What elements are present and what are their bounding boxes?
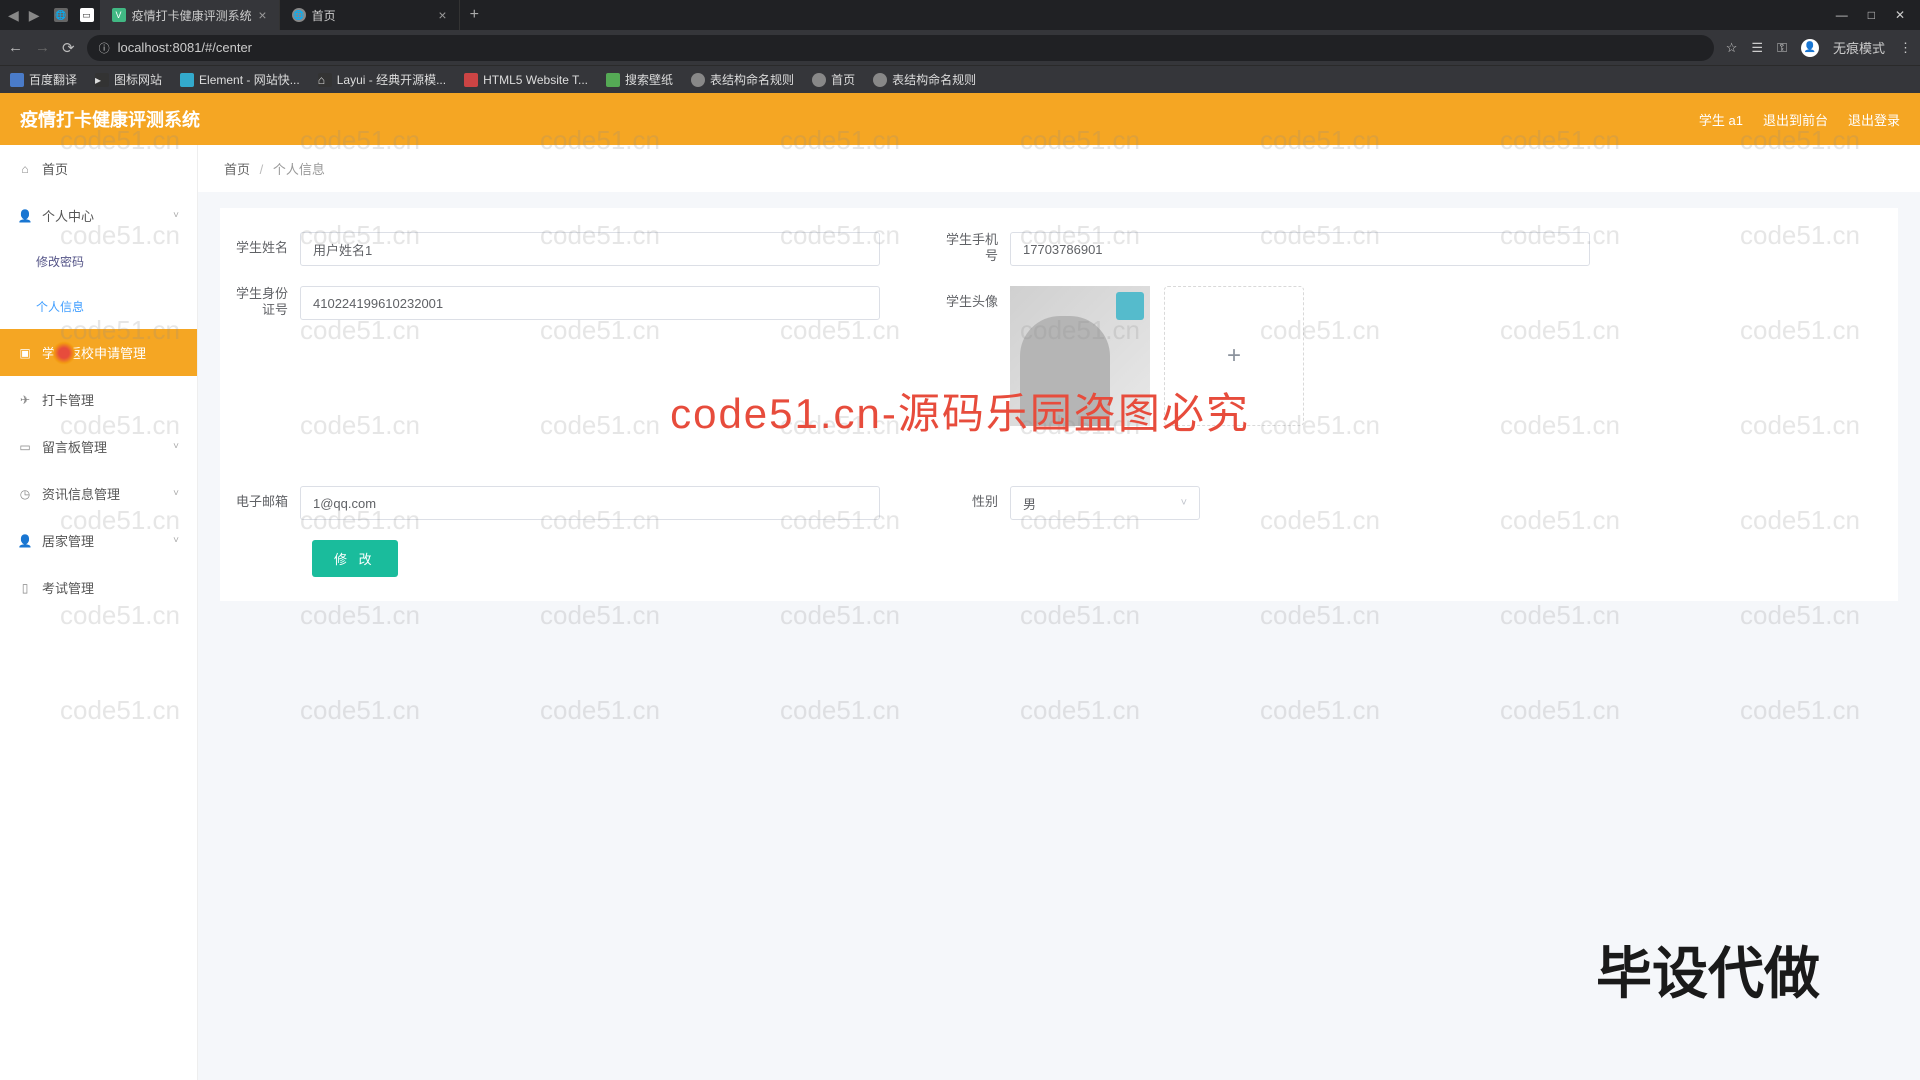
box-icon: ▣ xyxy=(18,346,32,360)
chevron-down-icon: ˅ xyxy=(1181,497,1187,509)
sidebar-item-messages[interactable]: ▭ 留言板管理 ˅ xyxy=(0,423,197,470)
history-back-small[interactable]: ◀ xyxy=(8,7,19,24)
chevron-down-icon: ˅ xyxy=(173,488,179,499)
chevron-down-icon: ˅ xyxy=(173,441,179,452)
back-to-front-link[interactable]: 退出到前台 xyxy=(1763,110,1828,129)
user-icon: 👤 xyxy=(18,534,32,548)
browser-tab-strip: ◀ ▶ 🌐 ▭ V 疫情打卡健康评测系统 × 🌐 首页 × + — □ ✕ xyxy=(0,0,1920,30)
app-header: 疫情打卡健康评测系统 学生 a1 退出到前台 退出登录 xyxy=(0,93,1920,145)
message-icon: ▭ xyxy=(18,440,32,454)
tab-icon: 🌐 xyxy=(54,8,68,22)
doc-icon: ▯ xyxy=(18,581,32,595)
user-label[interactable]: 学生 a1 xyxy=(1699,110,1743,129)
chevron-down-icon: ˅ xyxy=(173,210,179,221)
tab-icon: ▭ xyxy=(80,8,94,22)
sidebar-item-personal-info[interactable]: 个人信息 xyxy=(0,284,197,329)
maximize-icon[interactable]: □ xyxy=(1868,8,1875,22)
breadcrumb-sep: / xyxy=(260,162,264,177)
logout-link[interactable]: 退出登录 xyxy=(1848,110,1900,129)
tab-title: 疫情打卡健康评测系统 xyxy=(132,7,252,24)
bookmark-item[interactable]: ▸图标网站 xyxy=(95,71,162,88)
minimize-icon[interactable]: — xyxy=(1836,8,1848,22)
avatar-label: 学生头像 xyxy=(940,286,1010,318)
url-input[interactable]: ⓘ localhost:8081/#/center xyxy=(87,35,1714,61)
address-bar: ← → ⟳ ⓘ localhost:8081/#/center ☆ ☰ ⚿ 👤 … xyxy=(0,30,1920,65)
id-label: 学生身份证号 xyxy=(230,286,300,318)
tab-title: 首页 xyxy=(312,7,336,24)
browser-tab[interactable]: 🌐 首页 × xyxy=(280,0,460,30)
sidebar-item-home[interactable]: ⌂ 首页 xyxy=(0,145,197,192)
breadcrumb-home[interactable]: 首页 xyxy=(224,162,250,177)
sidebar-item-news[interactable]: ◷ 资讯信息管理 ˅ xyxy=(0,470,197,517)
key-icon[interactable]: ⚿ xyxy=(1777,40,1787,56)
url-text: localhost:8081/#/center xyxy=(118,40,252,55)
gender-label: 性别 xyxy=(940,486,1010,518)
bookmark-item[interactable]: 首页 xyxy=(812,71,855,88)
bookmark-item[interactable]: 表结构命名规则 xyxy=(873,71,976,88)
name-label: 学生姓名 xyxy=(230,232,300,264)
send-icon: ✈ xyxy=(18,393,32,407)
bookmark-item[interactable]: HTML5 Website T... xyxy=(464,73,588,87)
new-tab-button[interactable]: + xyxy=(460,6,489,24)
breadcrumb-current: 个人信息 xyxy=(273,162,325,177)
bookmark-item[interactable]: Element - 网站快... xyxy=(180,71,300,88)
corner-watermark: 毕设代做 xyxy=(1596,929,1820,1010)
id-input[interactable] xyxy=(300,286,880,320)
menu-icon[interactable]: ⋮ xyxy=(1899,40,1912,56)
phone-input[interactable] xyxy=(1010,232,1590,266)
forward-button[interactable]: → xyxy=(35,39,50,56)
browser-tab-active[interactable]: V 疫情打卡健康评测系统 × xyxy=(100,0,280,30)
gender-select[interactable]: 男 ˅ xyxy=(1010,486,1200,520)
incognito-icon: 👤 xyxy=(1801,39,1819,57)
click-indicator xyxy=(52,341,76,365)
globe-favicon: 🌐 xyxy=(292,8,306,22)
email-label: 电子邮箱 xyxy=(230,486,300,518)
clock-icon: ◷ xyxy=(18,487,32,501)
bookmark-star-icon[interactable]: ☆ xyxy=(1726,40,1738,56)
close-tab-icon[interactable]: × xyxy=(438,7,446,23)
bookmark-item[interactable]: ⌂Layui - 经典开源模... xyxy=(318,71,446,88)
sidebar-item-return-apply[interactable]: ▣ 学生返校申请管理 xyxy=(0,329,197,376)
site-info-icon[interactable]: ⓘ xyxy=(99,40,110,56)
sidebar-item-homestay[interactable]: 👤 居家管理 ˅ xyxy=(0,517,197,564)
submit-button[interactable]: 修 改 xyxy=(312,540,398,577)
vue-favicon: V xyxy=(112,8,126,22)
profile-form: 学生姓名 学生手机号 学生身份证号 学生头像 xyxy=(220,208,1898,601)
sidebar-item-change-password[interactable]: 修改密码 xyxy=(0,239,197,284)
close-window-icon[interactable]: ✕ xyxy=(1895,8,1905,22)
user-icon: 👤 xyxy=(18,209,32,223)
bookmark-item[interactable]: 百度翻译 xyxy=(10,71,77,88)
chevron-down-icon: ˅ xyxy=(173,535,179,546)
name-input[interactable] xyxy=(300,232,880,266)
close-tab-icon[interactable]: × xyxy=(258,7,266,23)
history-fwd-small[interactable]: ▶ xyxy=(29,7,40,24)
sidebar-item-exam[interactable]: ▯ 考试管理 xyxy=(0,564,197,611)
sidebar-item-profile[interactable]: 👤 个人中心 ˅ xyxy=(0,192,197,239)
bookmarks-bar: 百度翻译 ▸图标网站 Element - 网站快... ⌂Layui - 经典开… xyxy=(0,65,1920,93)
upload-button[interactable]: + xyxy=(1164,286,1304,426)
phone-label: 学生手机号 xyxy=(940,232,1010,264)
back-button[interactable]: ← xyxy=(8,39,23,56)
email-input[interactable] xyxy=(300,486,880,520)
sidebar-item-checkin[interactable]: ✈ 打卡管理 xyxy=(0,376,197,423)
reload-button[interactable]: ⟳ xyxy=(62,39,75,57)
avatar-image[interactable] xyxy=(1010,286,1150,426)
app-title: 疫情打卡健康评测系统 xyxy=(20,106,200,132)
breadcrumb: 首页 / 个人信息 xyxy=(198,145,1920,192)
plus-icon: + xyxy=(1227,342,1241,370)
home-icon: ⌂ xyxy=(18,162,32,176)
bookmark-item[interactable]: 表结构命名规则 xyxy=(691,71,794,88)
bookmark-item[interactable]: 搜索壁纸 xyxy=(606,71,673,88)
sidebar: ⌂ 首页 👤 个人中心 ˅ 修改密码 个人信息 ▣ 学生返校申请管理 ✈ 打卡管… xyxy=(0,145,198,1080)
extensions-icon[interactable]: ☰ xyxy=(1751,40,1763,56)
incognito-label: 无痕模式 xyxy=(1833,38,1885,57)
